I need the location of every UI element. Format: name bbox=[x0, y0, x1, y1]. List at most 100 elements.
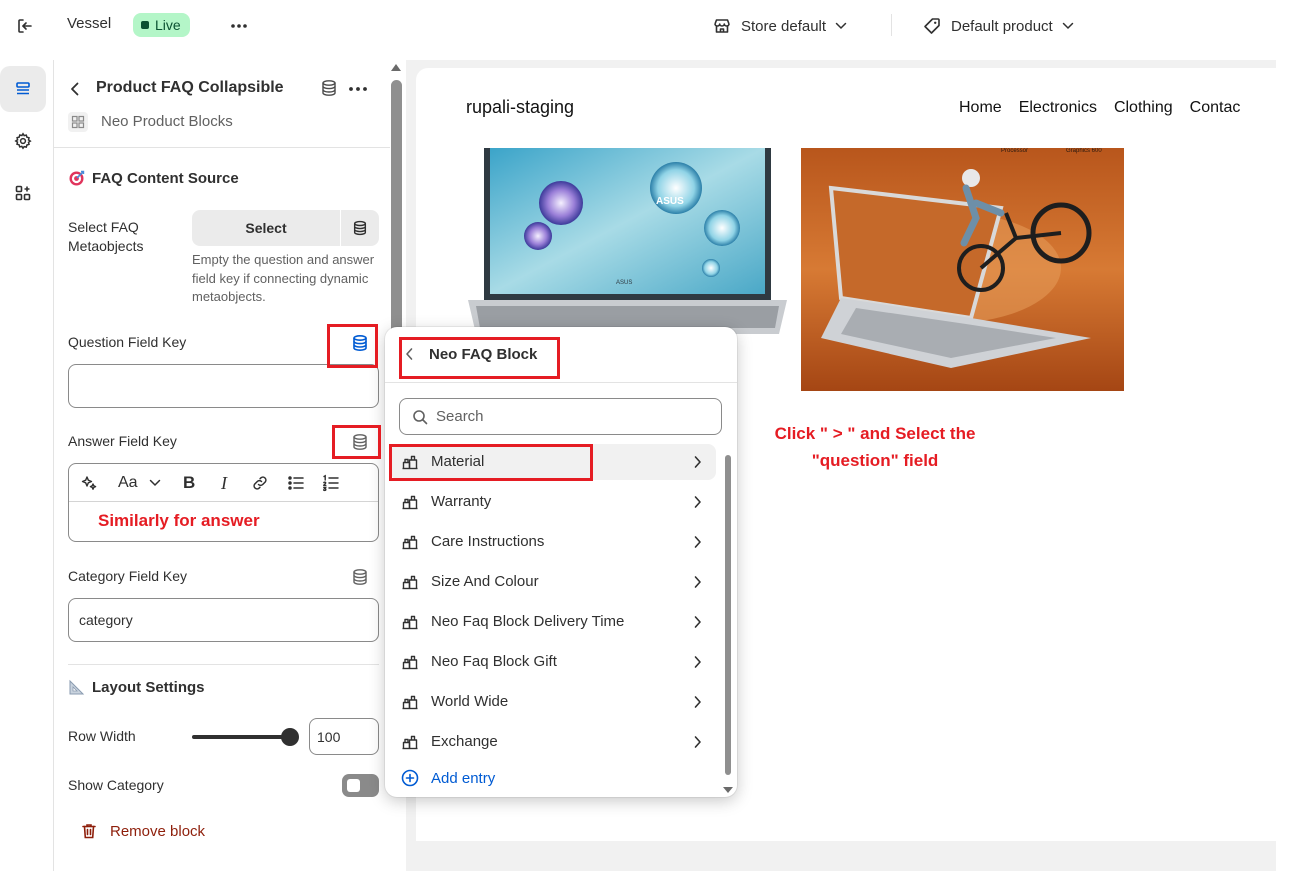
chevron-right-icon[interactable] bbox=[693, 615, 702, 629]
rte-toolbar: Aa B I bbox=[69, 464, 378, 502]
metaobject-item-label: Size And Colour bbox=[431, 573, 539, 590]
metaobject-item-label: Warranty bbox=[431, 493, 492, 510]
database-icon[interactable] bbox=[349, 332, 371, 354]
metaobject-icon bbox=[401, 534, 419, 550]
scroll-down-arrow-icon[interactable] bbox=[723, 787, 733, 793]
theme-name: Vessel bbox=[67, 15, 112, 32]
chevron-right-icon[interactable] bbox=[693, 695, 702, 709]
svg-text:Graphics 600: Graphics 600 bbox=[1066, 148, 1102, 154]
svg-text:ASUS: ASUS bbox=[616, 280, 632, 286]
row-width-slider-track[interactable] bbox=[192, 735, 291, 739]
svg-text:ASUS: ASUS bbox=[656, 196, 684, 207]
chevron-right-icon[interactable] bbox=[693, 735, 702, 749]
topbar-divider bbox=[891, 14, 892, 36]
store-select[interactable]: Store default bbox=[712, 13, 847, 39]
search-icon bbox=[412, 409, 428, 425]
row-width-slider-thumb[interactable] bbox=[281, 728, 299, 746]
metaobject-item-size-and-colour[interactable]: Size And Colour bbox=[391, 564, 716, 600]
italic-icon[interactable]: I bbox=[221, 473, 227, 493]
metaobject-icon bbox=[401, 574, 419, 590]
chevron-down-icon bbox=[1062, 22, 1074, 30]
back-icon[interactable] bbox=[405, 347, 414, 361]
metaobject-item-world-wide[interactable]: World Wide bbox=[391, 684, 716, 720]
product-select[interactable]: Default product bbox=[922, 13, 1074, 39]
metaobject-item-care-instructions[interactable]: Care Instructions bbox=[391, 524, 716, 560]
layout-settings-heading: Layout Settings bbox=[68, 678, 205, 696]
category-field-key-label: Category Field Key bbox=[68, 568, 188, 584]
product-image-laptop-biker: Processor Graphics 600 bbox=[801, 148, 1124, 391]
remove-block-button[interactable]: Remove block bbox=[80, 822, 205, 840]
product-select-label: Default product bbox=[951, 17, 1053, 35]
nav-link-clothing[interactable]: Clothing bbox=[1114, 99, 1173, 117]
database-icon[interactable] bbox=[320, 79, 338, 97]
metaobject-item-material[interactable]: Material bbox=[391, 444, 716, 480]
instruction-line-2: "question" field bbox=[811, 451, 939, 470]
popover-scroll-thumb[interactable] bbox=[725, 455, 731, 775]
chevron-right-icon[interactable] bbox=[693, 455, 702, 469]
chevron-right-icon[interactable] bbox=[693, 575, 702, 589]
add-entry-label: Add entry bbox=[431, 769, 496, 787]
link-icon[interactable] bbox=[250, 473, 270, 493]
text-format-icon[interactable]: Aa bbox=[118, 473, 138, 493]
chevron-down-icon[interactable] bbox=[149, 473, 161, 493]
search-placeholder: Search bbox=[436, 408, 484, 425]
scroll-up-arrow-icon[interactable] bbox=[391, 64, 401, 71]
exit-icon[interactable] bbox=[12, 13, 38, 39]
nav-link-contact[interactable]: Contac bbox=[1190, 99, 1241, 117]
metaobject-item-label: Care Instructions bbox=[431, 533, 545, 550]
chevron-right-icon[interactable] bbox=[693, 535, 702, 549]
app-block-name: Neo Product Blocks bbox=[101, 113, 233, 130]
top-bar: Vessel Live Store default Default produc… bbox=[0, 0, 1316, 52]
question-field-key-input[interactable] bbox=[68, 364, 379, 408]
more-horizontal-icon[interactable] bbox=[226, 13, 252, 39]
chevron-right-icon[interactable] bbox=[693, 495, 702, 509]
bullet-list-icon[interactable] bbox=[286, 473, 306, 493]
database-icon[interactable] bbox=[349, 566, 371, 588]
store-nav: Home Electronics Clothing Contac bbox=[959, 99, 1240, 117]
app-block-icon bbox=[68, 112, 88, 132]
numbered-list-icon[interactable] bbox=[321, 473, 341, 493]
add-entry-button[interactable]: Add entry bbox=[401, 769, 495, 787]
instruction-annotation: Click " > " and Select the "question" fi… bbox=[730, 420, 1020, 474]
apps-icon[interactable] bbox=[0, 170, 46, 216]
sections-icon[interactable] bbox=[0, 66, 46, 112]
bold-icon[interactable]: B bbox=[183, 473, 195, 493]
more-horizontal-icon[interactable] bbox=[348, 80, 368, 98]
metaobject-item-neo-faq-block-gift[interactable]: Neo Faq Block Gift bbox=[391, 644, 716, 680]
metaobject-item-warranty[interactable]: Warranty bbox=[391, 484, 716, 520]
metaobject-item-neo-faq-block-delivery-time[interactable]: Neo Faq Block Delivery Time bbox=[391, 604, 716, 640]
metaobject-item-label: Material bbox=[431, 453, 485, 470]
metaobject-item-exchange[interactable]: Exchange bbox=[391, 724, 716, 760]
row-width-input[interactable]: 100 bbox=[309, 718, 379, 755]
nav-link-electronics[interactable]: Electronics bbox=[1019, 99, 1097, 117]
magic-icon[interactable] bbox=[79, 473, 99, 493]
metaobject-icon bbox=[401, 494, 419, 510]
plus-circle-icon bbox=[401, 769, 419, 787]
chevron-right-icon[interactable] bbox=[693, 655, 702, 669]
row-width-label: Row Width bbox=[68, 728, 136, 744]
panel-title: Product FAQ Collapsible bbox=[96, 79, 284, 96]
chevron-down-icon bbox=[835, 22, 847, 30]
metaobject-select-group: Select bbox=[192, 210, 379, 246]
store-icon bbox=[712, 16, 732, 36]
show-category-toggle[interactable] bbox=[342, 774, 379, 797]
back-icon[interactable] bbox=[66, 80, 84, 98]
svg-text:Processor: Processor bbox=[1001, 148, 1028, 154]
answer-rich-text-editor[interactable]: Aa B I Similarly for answer bbox=[68, 463, 379, 542]
answer-field-key-label: Answer Field Key bbox=[68, 433, 177, 449]
status-badge: Live bbox=[133, 13, 190, 37]
status-badge-label: Live bbox=[155, 17, 181, 33]
database-icon[interactable] bbox=[349, 431, 371, 453]
live-dot-icon bbox=[141, 21, 149, 29]
nav-link-home[interactable]: Home bbox=[959, 99, 1002, 117]
target-icon bbox=[68, 169, 86, 187]
category-field-key-input[interactable]: category bbox=[68, 598, 379, 642]
gear-icon[interactable] bbox=[0, 118, 46, 164]
select-metaobjects-button[interactable]: Select bbox=[192, 210, 341, 246]
panel-scroll-thumb[interactable] bbox=[391, 80, 402, 350]
toggle-knob bbox=[347, 779, 360, 792]
metaobject-icon bbox=[401, 454, 419, 470]
question-field-key-label: Question Field Key bbox=[68, 334, 187, 350]
popover-search-input[interactable]: Search bbox=[399, 398, 722, 435]
database-icon[interactable] bbox=[341, 210, 379, 246]
